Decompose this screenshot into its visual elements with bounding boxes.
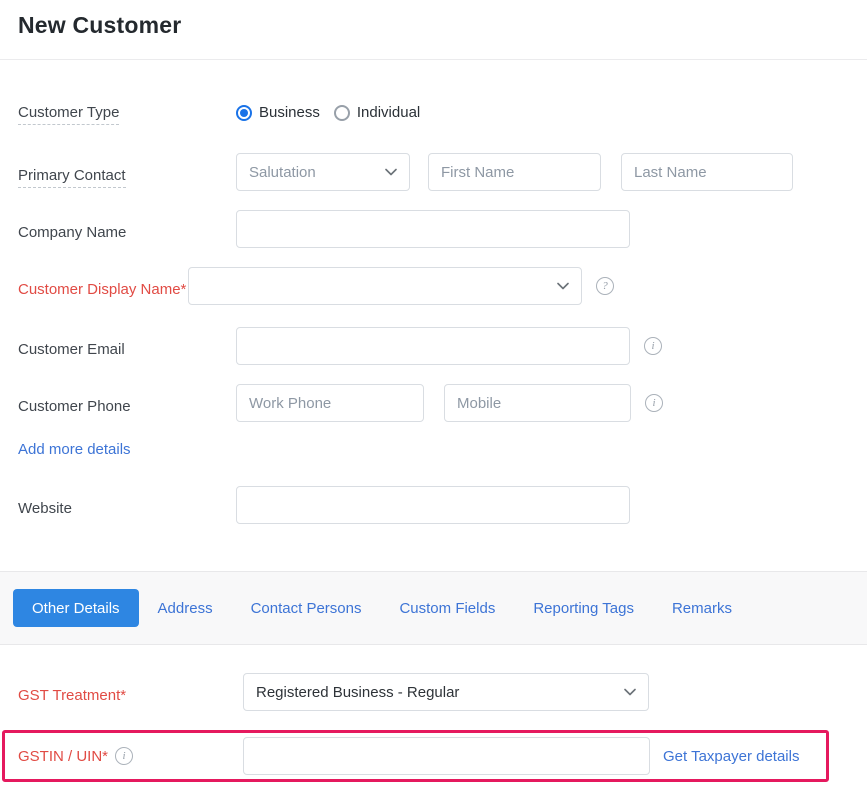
- gstin-highlight-box: GSTIN / UIN* i Get Taxpayer details: [2, 730, 829, 782]
- mobile-input[interactable]: [444, 384, 631, 422]
- other-details-panel: GST Treatment* Registered Business - Reg…: [0, 645, 867, 782]
- question-circle-icon[interactable]: ?: [596, 277, 614, 295]
- customer-display-name-row: Customer Display Name* ?: [18, 267, 849, 305]
- customer-type-label: Customer Type: [18, 100, 236, 125]
- customer-email-row: Customer Email i: [18, 327, 849, 365]
- salutation-placeholder: Salutation: [249, 164, 316, 181]
- last-name-input[interactable]: [621, 153, 793, 191]
- company-name-row: Company Name: [18, 210, 849, 248]
- tab-reporting-tags[interactable]: Reporting Tags: [514, 589, 653, 627]
- primary-contact-label: Primary Contact: [18, 153, 236, 188]
- page-title: New Customer: [18, 12, 849, 39]
- radio-individual[interactable]: Individual: [334, 104, 420, 121]
- customer-type-radio-group: Business Individual: [236, 104, 420, 121]
- gst-treatment-row: GST Treatment* Registered Business - Reg…: [18, 673, 849, 711]
- radio-business[interactable]: Business: [236, 104, 320, 121]
- info-circle-icon[interactable]: i: [115, 747, 133, 765]
- tab-address[interactable]: Address: [139, 589, 232, 627]
- radio-selected-icon[interactable]: [236, 105, 252, 121]
- customer-phone-row: Customer Phone i: [18, 384, 849, 422]
- radio-individual-label: Individual: [357, 104, 420, 121]
- tab-remarks[interactable]: Remarks: [653, 589, 751, 627]
- gst-treatment-value: Registered Business - Regular: [256, 684, 459, 701]
- company-name-input[interactable]: [236, 210, 630, 248]
- website-input[interactable]: [236, 486, 630, 524]
- radio-unselected-icon[interactable]: [334, 105, 350, 121]
- gstin-input[interactable]: [243, 737, 650, 775]
- page-header: New Customer: [0, 0, 867, 60]
- tab-other-details[interactable]: Other Details: [13, 589, 139, 627]
- website-row: Website: [18, 486, 849, 524]
- tab-custom-fields[interactable]: Custom Fields: [380, 589, 514, 627]
- customer-display-name-select[interactable]: [188, 267, 582, 305]
- detail-tabs: Other Details Address Contact Persons Cu…: [0, 571, 867, 645]
- customer-email-label: Customer Email: [18, 327, 236, 362]
- customer-display-name-label: Customer Display Name*: [18, 267, 188, 302]
- primary-contact-row: Primary Contact Salutation: [18, 153, 849, 191]
- customer-email-input[interactable]: [236, 327, 630, 365]
- radio-business-label: Business: [259, 104, 320, 121]
- customer-phone-label: Customer Phone: [18, 384, 236, 419]
- info-circle-icon[interactable]: i: [645, 394, 663, 412]
- website-label: Website: [18, 486, 236, 521]
- chevron-down-icon: [385, 168, 397, 176]
- salutation-select[interactable]: Salutation: [236, 153, 410, 191]
- chevron-down-icon: [624, 688, 636, 696]
- company-name-label: Company Name: [18, 210, 236, 245]
- gst-treatment-label: GST Treatment*: [18, 673, 243, 708]
- gstin-label: GSTIN / UIN* i: [18, 744, 243, 769]
- chevron-down-icon: [557, 282, 569, 290]
- gst-treatment-select[interactable]: Registered Business - Regular: [243, 673, 649, 711]
- customer-type-row: Customer Type Business Individual: [18, 100, 849, 125]
- tab-contact-persons[interactable]: Contact Persons: [232, 589, 381, 627]
- get-taxpayer-details-link[interactable]: Get Taxpayer details: [663, 748, 799, 765]
- first-name-input[interactable]: [428, 153, 601, 191]
- work-phone-input[interactable]: [236, 384, 424, 422]
- add-more-details-link[interactable]: Add more details: [18, 441, 131, 458]
- customer-form: Customer Type Business Individual Primar…: [0, 60, 867, 524]
- info-circle-icon[interactable]: i: [644, 337, 662, 355]
